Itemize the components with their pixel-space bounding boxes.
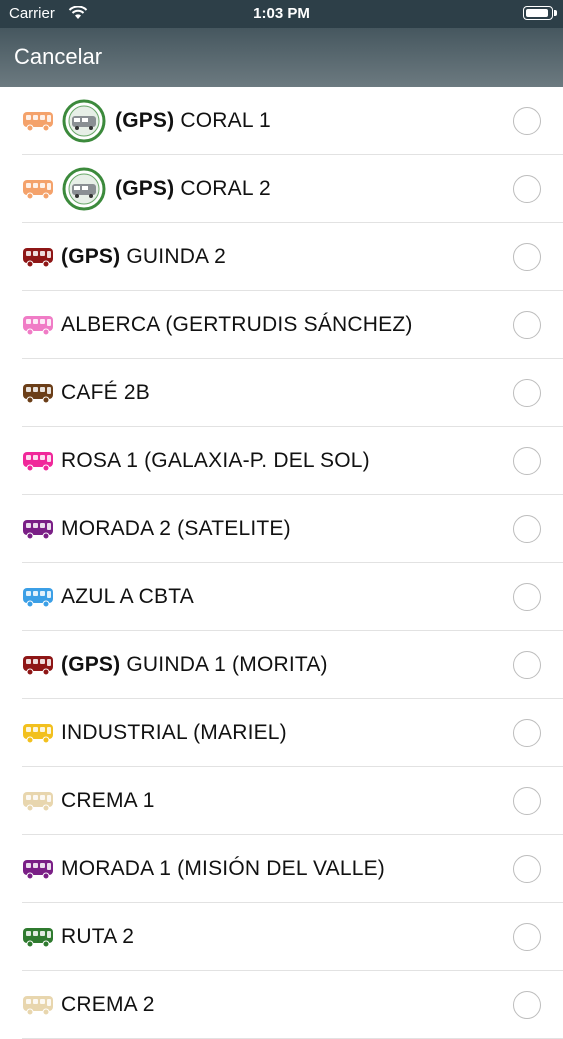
route-name: GUINDA 2	[126, 244, 227, 268]
route-list: (GPS) CORAL 1 (GPS) CORAL 2 (GPS) GUINDA 2…	[0, 87, 563, 1039]
route-radio-button[interactable]	[513, 922, 541, 951]
route-row[interactable]: (GPS) CORAL 2	[22, 155, 563, 223]
route-row[interactable]: RUTA 2	[22, 903, 563, 971]
route-label: AZUL A CBTA	[61, 585, 194, 609]
route-row[interactable]: (GPS) GUINDA 1 (MORITA)	[22, 631, 563, 699]
route-row[interactable]: (GPS) CORAL 1	[22, 87, 563, 155]
route-label: (GPS) CORAL 2	[115, 177, 271, 201]
cancel-button[interactable]: Cancelar	[14, 44, 102, 70]
route-name: AZUL A CBTA	[61, 584, 194, 608]
route-label: CREMA 2	[61, 993, 155, 1017]
route-row[interactable]: CAFÉ 2B	[22, 359, 563, 427]
route-row[interactable]: CREMA 2	[22, 971, 563, 1039]
route-name: CREMA 2	[61, 992, 155, 1016]
gps-tag: (GPS)	[115, 176, 175, 200]
route-radio-button[interactable]	[513, 378, 541, 407]
bus-icon	[22, 450, 54, 477]
route-row[interactable]: CREMA 1	[22, 767, 563, 835]
route-label: (GPS) GUINDA 2	[61, 245, 226, 269]
route-name: MORADA 2 (SATELITE)	[61, 516, 291, 540]
route-radio-button[interactable]	[513, 106, 541, 135]
bus-icon	[22, 654, 54, 681]
bus-icon	[22, 722, 54, 749]
bus-icon	[22, 178, 54, 205]
route-name: CAFÉ 2B	[61, 380, 150, 404]
route-radio-button[interactable]	[513, 514, 541, 543]
route-label: ALBERCA (GERTRUDIS SÁNCHEZ)	[61, 313, 413, 337]
route-label: INDUSTRIAL (MARIEL)	[61, 721, 287, 745]
route-row[interactable]: (GPS) GUINDA 2	[22, 223, 563, 291]
bus-icon	[22, 858, 54, 885]
bus-icon	[22, 382, 54, 409]
route-radio-button[interactable]	[513, 174, 541, 203]
route-name: CREMA 1	[61, 788, 155, 812]
route-name: MORADA 1 (MISIÓN DEL VALLE)	[61, 856, 385, 880]
route-label: ROSA 1 (GALAXIA-P. DEL SOL)	[61, 449, 370, 473]
route-radio-button[interactable]	[513, 446, 541, 475]
bus-icon	[22, 314, 54, 341]
route-row[interactable]: MORADA 1 (MISIÓN DEL VALLE)	[22, 835, 563, 903]
route-row[interactable]: INDUSTRIAL (MARIEL)	[22, 699, 563, 767]
route-label: MORADA 2 (SATELITE)	[61, 517, 291, 541]
gps-tag: (GPS)	[61, 244, 121, 268]
route-radio-button[interactable]	[513, 786, 541, 815]
route-radio-button[interactable]	[513, 650, 541, 679]
route-name: ROSA 1 (GALAXIA-P. DEL SOL)	[61, 448, 370, 472]
route-label: CAFÉ 2B	[61, 381, 150, 405]
route-row[interactable]: ROSA 1 (GALAXIA-P. DEL SOL)	[22, 427, 563, 495]
route-name: CORAL 1	[180, 108, 271, 132]
route-radio-button[interactable]	[513, 582, 541, 611]
route-logo-icon	[62, 99, 106, 148]
route-row[interactable]: AZUL A CBTA	[22, 563, 563, 631]
route-label: (GPS) GUINDA 1 (MORITA)	[61, 653, 328, 677]
status-bar: Carrier 1:03 PM	[0, 0, 563, 28]
route-radio-button[interactable]	[513, 310, 541, 339]
route-name: GUINDA 1 (MORITA)	[126, 652, 328, 676]
route-label: CREMA 1	[61, 789, 155, 813]
bus-icon	[22, 586, 54, 613]
bus-icon	[22, 994, 54, 1021]
navigation-bar: Cancelar	[0, 28, 563, 87]
route-label: RUTA 2	[61, 925, 134, 949]
bus-icon	[22, 246, 54, 273]
route-row[interactable]: MORADA 2 (SATELITE)	[22, 495, 563, 563]
route-radio-button[interactable]	[513, 854, 541, 883]
battery-icon	[523, 6, 557, 20]
bus-icon	[22, 518, 54, 545]
route-label: MORADA 1 (MISIÓN DEL VALLE)	[61, 857, 385, 881]
route-radio-button[interactable]	[513, 990, 541, 1019]
bus-icon	[22, 790, 54, 817]
route-name: CORAL 2	[180, 176, 271, 200]
bus-icon	[22, 110, 54, 137]
gps-tag: (GPS)	[115, 108, 175, 132]
gps-tag: (GPS)	[61, 652, 121, 676]
status-time: 1:03 PM	[253, 5, 310, 22]
route-label: (GPS) CORAL 1	[115, 109, 271, 133]
route-name: INDUSTRIAL (MARIEL)	[61, 720, 287, 744]
route-name: RUTA 2	[61, 924, 135, 948]
route-row[interactable]: ALBERCA (GERTRUDIS SÁNCHEZ)	[22, 291, 563, 359]
route-name: ALBERCA (GERTRUDIS SÁNCHEZ)	[61, 312, 413, 336]
route-radio-button[interactable]	[513, 718, 541, 747]
route-logo-icon	[62, 167, 106, 216]
route-radio-button[interactable]	[513, 242, 541, 271]
bus-icon	[22, 926, 54, 953]
